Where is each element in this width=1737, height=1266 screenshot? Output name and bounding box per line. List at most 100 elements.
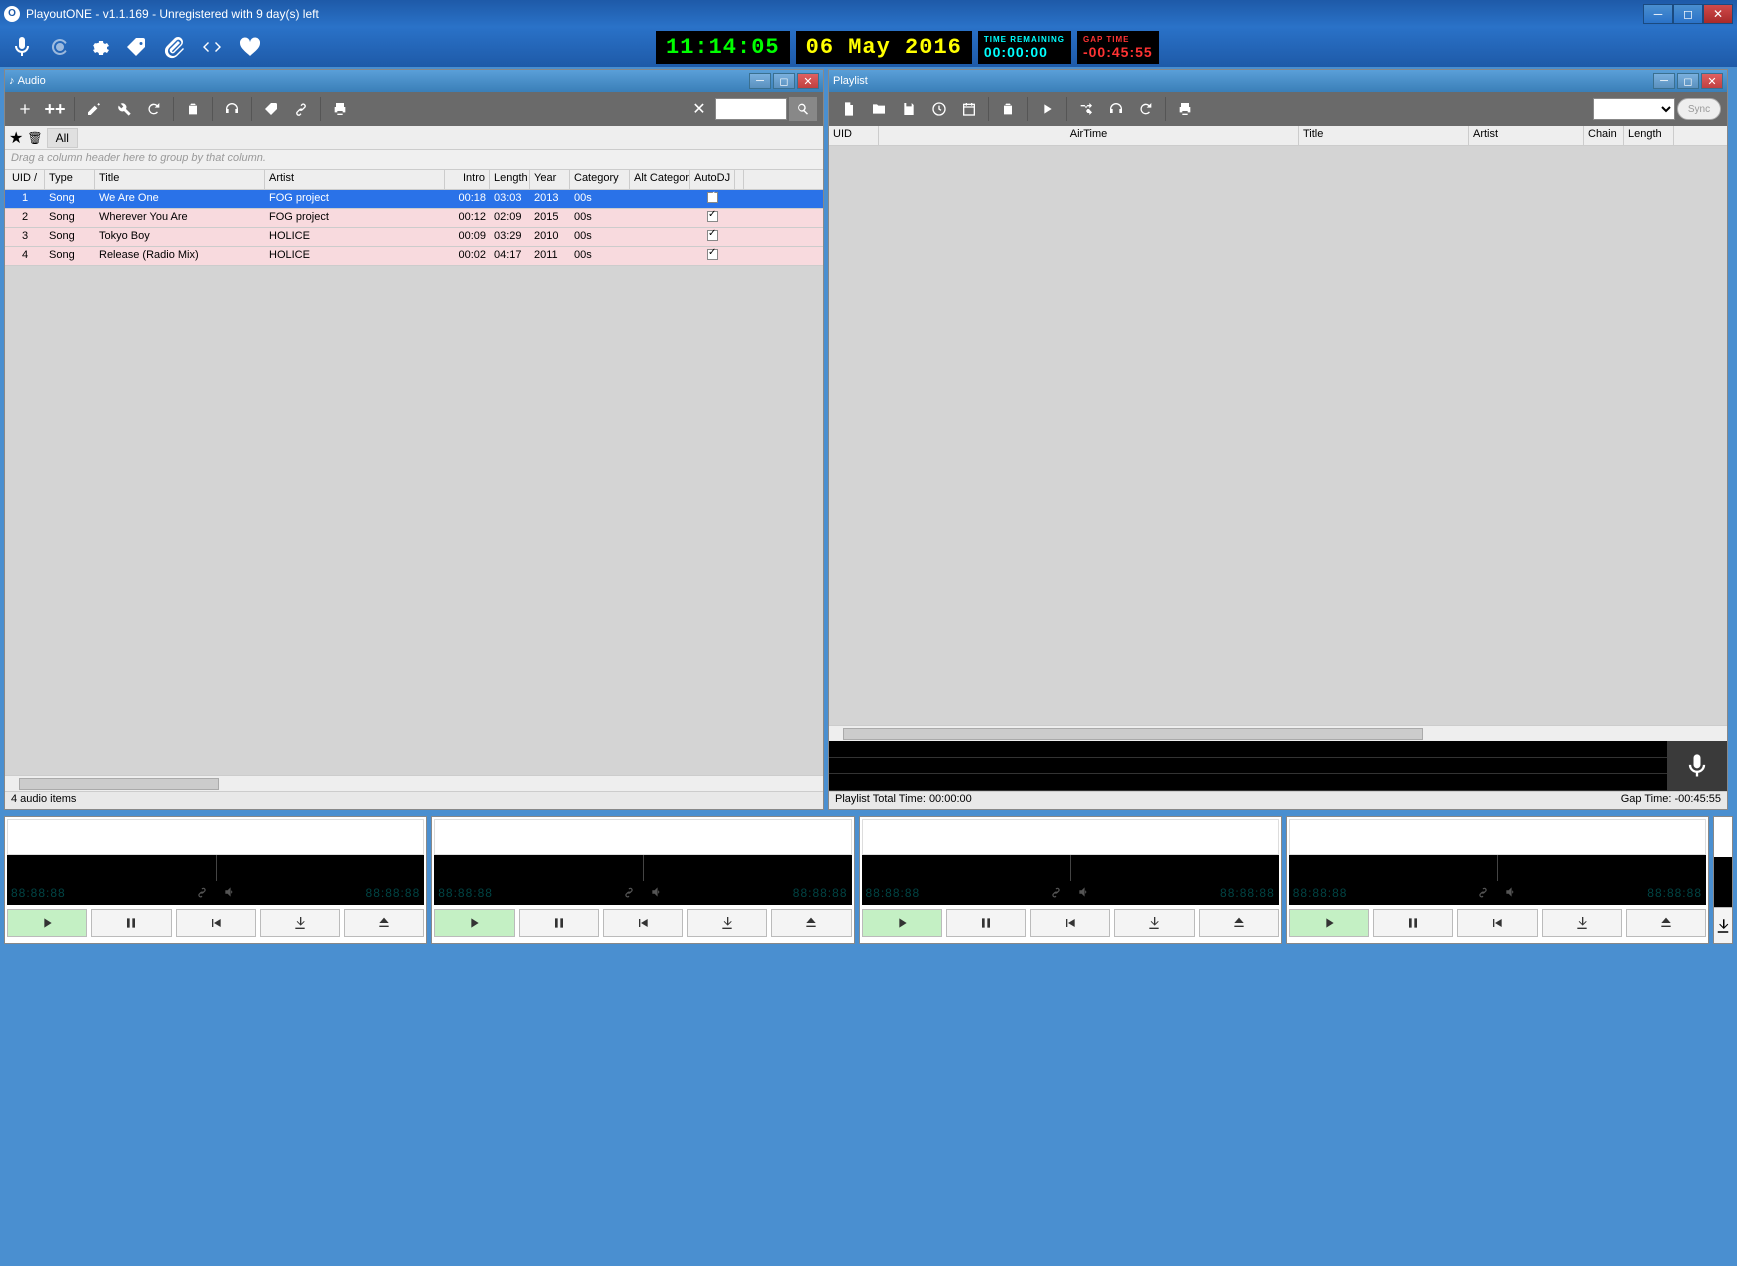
sync-toggle[interactable]: Sync <box>1677 98 1721 120</box>
player-waveform[interactable] <box>7 855 424 881</box>
player-load-button[interactable] <box>687 909 767 937</box>
filter-all-button[interactable]: All <box>47 128 78 148</box>
star-icon[interactable]: ★ <box>9 128 23 148</box>
link-button[interactable] <box>287 97 315 121</box>
player-load-button[interactable] <box>260 909 340 937</box>
player-link-icon[interactable] <box>195 885 209 902</box>
player-eject-button[interactable] <box>1199 909 1279 937</box>
player-play-button[interactable] <box>434 909 514 937</box>
audio-panel-header[interactable]: ♪ Audio ─ ◻ ✕ <box>5 70 823 92</box>
audio-maximize-button[interactable]: ◻ <box>773 73 795 89</box>
pcol-artist[interactable]: Artist <box>1469 126 1584 145</box>
playlist-maximize-button[interactable]: ◻ <box>1677 73 1699 89</box>
player-volume-icon[interactable] <box>1077 885 1091 902</box>
audio-table[interactable]: 1SongWe Are OneFOG project00:1803:032013… <box>5 190 823 775</box>
player-prev-button[interactable] <box>1457 909 1537 937</box>
broadcast-icon[interactable] <box>48 35 72 59</box>
col-category[interactable]: Category <box>570 170 630 189</box>
playlist-scroll-h[interactable] <box>829 725 1727 741</box>
table-row[interactable]: 2SongWherever You AreFOG project00:1202:… <box>5 209 823 228</box>
player-play-button[interactable] <box>862 909 942 937</box>
player-waveform[interactable] <box>862 855 1279 881</box>
playlist-panel-header[interactable]: Playlist ─ ◻ ✕ <box>829 70 1727 92</box>
clear-search-button[interactable]: ✕ <box>685 97 713 121</box>
playlist-minimize-button[interactable]: ─ <box>1653 73 1675 89</box>
table-row[interactable]: 4SongRelease (Radio Mix)HOLICE00:0204:17… <box>5 247 823 266</box>
playlist-print-button[interactable] <box>1171 97 1199 121</box>
player-prev-button[interactable] <box>176 909 256 937</box>
col-title[interactable]: Title <box>95 170 265 189</box>
pcol-uid[interactable]: UID <box>829 126 879 145</box>
search-button[interactable] <box>789 97 817 121</box>
mic-large-icon[interactable] <box>1667 741 1727 791</box>
pcol-title[interactable]: Title <box>1299 126 1469 145</box>
refresh-button[interactable] <box>140 97 168 121</box>
audio-close-button[interactable]: ✕ <box>797 73 819 89</box>
player-volume-icon[interactable] <box>650 885 664 902</box>
col-type[interactable]: Type <box>45 170 95 189</box>
add-multi-button[interactable]: ++ <box>41 97 69 121</box>
shuffle-button[interactable] <box>1072 97 1100 121</box>
player-volume-icon[interactable] <box>223 885 237 902</box>
group-hint[interactable]: Drag a column header here to group by th… <box>5 150 823 170</box>
player-link-icon[interactable] <box>622 885 636 902</box>
playlist-close-button[interactable]: ✕ <box>1701 73 1723 89</box>
open-folder-button[interactable] <box>865 97 893 121</box>
player-link-icon[interactable] <box>1049 885 1063 902</box>
wrench-button[interactable] <box>110 97 138 121</box>
pcol-length[interactable]: Length <box>1624 126 1674 145</box>
player-play-button[interactable] <box>1289 909 1369 937</box>
add-button[interactable] <box>11 97 39 121</box>
clock-button[interactable] <box>925 97 953 121</box>
settings-icon[interactable] <box>86 35 110 59</box>
table-row[interactable]: 1SongWe Are OneFOG project00:1803:032013… <box>5 190 823 209</box>
playlist-body[interactable] <box>829 146 1727 725</box>
player-link-icon[interactable] <box>1476 885 1490 902</box>
playlist-refresh-button[interactable] <box>1132 97 1160 121</box>
print-button[interactable] <box>326 97 354 121</box>
save-button[interactable] <box>895 97 923 121</box>
player-eject-button[interactable] <box>344 909 424 937</box>
minimize-button[interactable]: ─ <box>1643 4 1673 24</box>
play-button[interactable] <box>1033 97 1061 121</box>
player-play-button[interactable] <box>7 909 87 937</box>
playlist-delete-button[interactable] <box>994 97 1022 121</box>
attachment-icon[interactable] <box>162 35 186 59</box>
trash-icon[interactable]: 🗑 <box>27 131 42 145</box>
player-pause-button[interactable] <box>91 909 171 937</box>
player-volume-icon[interactable] <box>1504 885 1518 902</box>
maximize-button[interactable]: ◻ <box>1673 4 1703 24</box>
player-pause-button[interactable] <box>1373 909 1453 937</box>
player-eject-button[interactable] <box>771 909 851 937</box>
player-waveform[interactable] <box>1289 855 1706 881</box>
player-pause-button[interactable] <box>946 909 1026 937</box>
player-pause-button[interactable] <box>519 909 599 937</box>
col-uid[interactable]: UID / <box>5 170 45 189</box>
player-eject-button[interactable] <box>1626 909 1706 937</box>
calendar-button[interactable] <box>955 97 983 121</box>
tag-icon[interactable] <box>124 35 148 59</box>
table-row[interactable]: 3SongTokyo BoyHOLICE00:0903:29201000s <box>5 228 823 247</box>
col-intro[interactable]: Intro <box>445 170 490 189</box>
player-waveform[interactable] <box>434 855 851 881</box>
col-length[interactable]: Length <box>490 170 530 189</box>
close-button[interactable]: ✕ <box>1703 4 1733 24</box>
audio-scroll-h[interactable] <box>5 775 823 791</box>
edit-button[interactable] <box>80 97 108 121</box>
mic-icon[interactable] <box>10 35 34 59</box>
player-prev-button[interactable] <box>1030 909 1110 937</box>
delete-button[interactable] <box>179 97 207 121</box>
playlist-headphones-button[interactable] <box>1102 97 1130 121</box>
col-year[interactable]: Year <box>530 170 570 189</box>
code-icon[interactable] <box>200 35 224 59</box>
col-artist[interactable]: Artist <box>265 170 445 189</box>
player-load-button[interactable] <box>1114 909 1194 937</box>
heart-icon[interactable] <box>238 35 262 59</box>
side-load-button[interactable] <box>1714 907 1732 943</box>
col-altcategory[interactable]: Alt Category <box>630 170 690 189</box>
headphones-button[interactable] <box>218 97 246 121</box>
playlist-combo[interactable] <box>1593 98 1675 120</box>
search-input[interactable] <box>715 98 787 120</box>
pcol-chain[interactable]: Chain <box>1584 126 1624 145</box>
player-prev-button[interactable] <box>603 909 683 937</box>
